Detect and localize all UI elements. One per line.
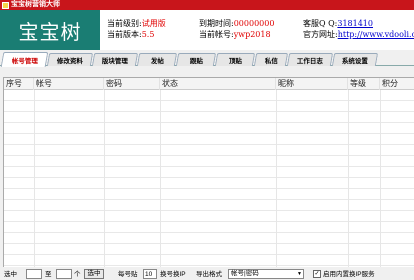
col-divider [348, 90, 349, 267]
export-format-select[interactable]: 帐号|密码 ▼ [228, 269, 304, 279]
site-link[interactable]: http://www.vdooli.co [338, 30, 414, 39]
switch-ip-label: 换号换IP [160, 271, 186, 278]
tab-system-settings[interactable]: 系统设置 [331, 53, 379, 66]
level-value: 试用版 [141, 19, 166, 28]
version-label: 当前版本: [107, 30, 142, 39]
qq-info: 客服Q Q:3181410 [303, 18, 373, 29]
select-button[interactable]: 选中 [84, 269, 104, 279]
level-info: 当前级别:试用版 [107, 18, 166, 29]
tab-account-manage[interactable]: 帐号管理 [0, 52, 49, 67]
tab-bump[interactable]: 顶贴 [214, 53, 256, 66]
tab-reply[interactable]: 跟贴 [175, 53, 217, 66]
count-label: 个 [74, 271, 81, 278]
col-header-points[interactable]: 积分 [380, 78, 414, 90]
app-icon [2, 1, 9, 9]
col-header-status[interactable]: 状态 [160, 78, 276, 90]
auto-ip-checkbox[interactable]: ✓ [313, 270, 321, 278]
site-info: 官方网址:http://www.vdooli.co [303, 29, 414, 40]
col-header-account[interactable]: 帐号 [34, 78, 104, 90]
col-divider [104, 90, 105, 267]
footer-toolbar: 选中 至 个 选中 每号贴 换号换IP 导出格式 帐号|密码 ▼ ✓ 启用内置换… [0, 268, 414, 280]
expire-info: 到期时间:00000000 [199, 18, 274, 29]
col-divider [160, 90, 161, 267]
col-divider [276, 90, 277, 267]
select-from-input[interactable] [26, 269, 42, 279]
version-value: 5.5 [141, 30, 155, 39]
qq-link[interactable]: 3181410 [337, 19, 373, 28]
tab-edit-profile[interactable]: 修改资料 [46, 53, 94, 66]
grid-header: 序号 帐号 密码 状态 昵称 等级 积分 [4, 78, 414, 90]
export-format-label: 导出格式 [196, 271, 222, 278]
export-format-value: 帐号|密码 [231, 270, 259, 277]
col-header-level[interactable]: 等级 [348, 78, 380, 90]
select-to-input[interactable] [56, 269, 72, 279]
per-account-label: 每号贴 [118, 271, 138, 278]
expire-label: 到期时间: [199, 19, 234, 28]
per-account-input[interactable] [143, 269, 157, 279]
chevron-down-icon: ▼ [297, 271, 302, 277]
level-label: 当前级别: [107, 19, 142, 28]
expire-value: 00000000 [233, 19, 275, 28]
header-panel: 宝宝树 当前级别:试用版 当前版本:5.5 到期时间:00000000 当前帐号… [0, 10, 414, 50]
account-label: 当前帐号: [199, 30, 234, 39]
window-title: 宝宝树营销大师 [11, 1, 60, 8]
version-info: 当前版本:5.5 [107, 29, 154, 40]
grid-body[interactable] [4, 90, 414, 267]
col-divider [380, 90, 381, 267]
tab-board-manage[interactable]: 版块管理 [91, 53, 139, 66]
tab-private-message[interactable]: 私信 [253, 53, 289, 66]
account-grid[interactable]: 序号 帐号 密码 状态 昵称 等级 积分 [3, 77, 414, 267]
logo: 宝宝树 [0, 10, 100, 50]
title-bar: 宝宝树营销大师 [0, 0, 414, 10]
tab-bar: 帐号管理 修改资料 版块管理 发帖 跟贴 顶贴 私信 工作日志 系统设置 [0, 50, 414, 67]
col-header-index[interactable]: 序号 [4, 78, 34, 90]
site-label: 官方网址: [303, 30, 338, 39]
checkmark-icon: ✓ [314, 271, 320, 277]
account-value: ywp2018 [233, 30, 271, 39]
tab-post[interactable]: 发帖 [136, 53, 178, 66]
select-label: 选中 [4, 271, 17, 278]
to-label: 至 [45, 271, 52, 278]
col-header-password[interactable]: 密码 [104, 78, 160, 90]
qq-label: 客服Q Q: [303, 19, 338, 28]
tab-work-log[interactable]: 工作日志 [286, 53, 334, 66]
auto-ip-label: 启用内置换IP服务 [323, 271, 375, 278]
col-divider [34, 90, 35, 267]
account-info: 当前帐号:ywp2018 [199, 29, 271, 40]
col-header-nickname[interactable]: 昵称 [276, 78, 348, 90]
